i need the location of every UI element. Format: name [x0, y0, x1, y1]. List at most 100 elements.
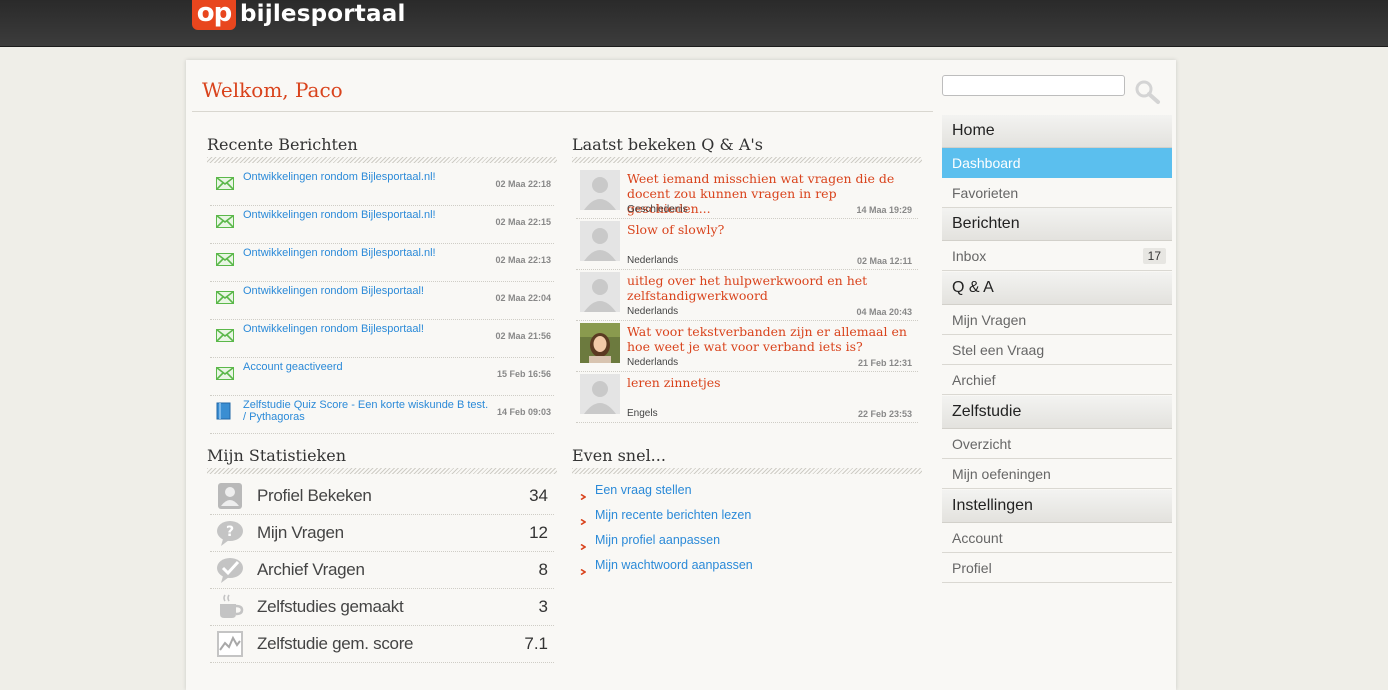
- sidebar-item-profiel[interactable]: Profiel: [942, 553, 1172, 583]
- envelope-icon: [215, 252, 235, 271]
- default-avatar-icon: [580, 272, 620, 312]
- envelope-icon: [215, 176, 235, 195]
- message-row[interactable]: Ontwikkelingen rondom Bijlesportaal.nl! 0…: [210, 206, 554, 244]
- message-date: 02 Maa 22:18: [495, 179, 551, 189]
- default-avatar-icon: [580, 221, 620, 261]
- stat-row: Zelfstudie gem. score 7.1: [210, 626, 554, 663]
- sidebar-item-favorieten[interactable]: Favorieten: [942, 178, 1172, 208]
- section-divider: [207, 157, 557, 163]
- envelope-icon: [215, 290, 235, 309]
- qa-subject: Nederlands: [627, 357, 679, 368]
- section-divider: [207, 468, 557, 474]
- stat-value: 8: [538, 560, 548, 579]
- stat-value: 7.1: [524, 634, 548, 653]
- stats-title: Mijn Statistieken: [207, 446, 347, 465]
- title-divider: [192, 111, 933, 112]
- message-subject-link[interactable]: Ontwikkelingen rondom Bijlesportaal!: [243, 323, 493, 335]
- chevron-right-icon: [580, 512, 587, 526]
- sidebar-item-inbox[interactable]: Inbox 17: [942, 241, 1172, 271]
- message-subject-link[interactable]: Ontwikkelingen rondom Bijlesportaal.nl!: [243, 247, 493, 259]
- sidebar-item-archief[interactable]: Archief: [942, 365, 1172, 395]
- sidebar-head-berichten[interactable]: Berichten: [942, 208, 1172, 241]
- logo-mark: op: [192, 0, 236, 30]
- qa-row[interactable]: uitleg over het hulpwerkwoord en het zel…: [576, 270, 918, 321]
- question-icon: ?: [215, 519, 245, 547]
- sidebar-item-mijn-vragen[interactable]: Mijn Vragen: [942, 305, 1172, 335]
- qa-row[interactable]: leren zinnetjes Engels 22 Feb 23:53: [576, 372, 918, 423]
- sidebar-head-instellingen[interactable]: Instellingen: [942, 490, 1172, 523]
- message-date: 02 Maa 21:56: [495, 331, 551, 341]
- sidebar-item-home[interactable]: Home: [942, 115, 1172, 148]
- chart-icon: [215, 630, 245, 658]
- quick-link-text[interactable]: Mijn wachtwoord aanpassen: [595, 558, 753, 572]
- stat-value: 3: [538, 597, 548, 616]
- stat-row: Profiel Bekeken 34: [210, 478, 554, 515]
- search-icon[interactable]: [1133, 79, 1161, 105]
- chevron-right-icon: [580, 562, 587, 576]
- qa-row[interactable]: Slow of slowly? Nederlands 02 Maa 12:11: [576, 219, 918, 270]
- envelope-icon: [215, 366, 235, 385]
- qa-row[interactable]: Wat voor tekstverbanden zijn er allemaal…: [576, 321, 918, 372]
- book-icon: [216, 402, 232, 425]
- coffee-cup-icon: [215, 593, 245, 621]
- stat-value: 34: [529, 486, 548, 505]
- profile-icon: [215, 482, 245, 510]
- qa-title-link[interactable]: uitleg over het hulpwerkwoord en het zel…: [627, 273, 912, 303]
- message-subject-link[interactable]: Zelfstudie Quiz Score - Een korte wiskun…: [243, 399, 493, 423]
- quick-link-text[interactable]: Mijn recente berichten lezen: [595, 508, 751, 522]
- sidebar-item-oefeningen[interactable]: Mijn oefeningen: [942, 459, 1172, 489]
- message-row[interactable]: Ontwikkelingen rondom Bijlesportaal.nl! 0…: [210, 244, 554, 282]
- sidebar-head-qa[interactable]: Q & A: [942, 272, 1172, 305]
- qa-date: 14 Maa 19:29: [856, 205, 912, 215]
- envelope-icon: [215, 328, 235, 347]
- message-row[interactable]: Ontwikkelingen rondom Bijlesportaal! 02 M…: [210, 320, 554, 358]
- inbox-count-badge: 17: [1142, 248, 1166, 264]
- qa-title: Laatst bekeken Q & A's: [572, 135, 763, 154]
- quick-link-text[interactable]: Mijn profiel aanpassen: [595, 533, 720, 547]
- page-title: Welkom, Paco: [202, 78, 343, 102]
- search-input[interactable]: [942, 75, 1125, 96]
- qa-date: 04 Maa 20:43: [856, 307, 912, 317]
- svg-text:?: ?: [226, 524, 234, 540]
- sidebar-item-label: Inbox: [952, 248, 987, 264]
- message-date: 02 Maa 22:15: [495, 217, 551, 227]
- chevron-right-icon: [580, 537, 587, 551]
- message-row[interactable]: Zelfstudie Quiz Score - Een korte wiskun…: [210, 396, 554, 434]
- sidebar-head-zelfstudie[interactable]: Zelfstudie: [942, 396, 1172, 429]
- top-bar: op bijlesportaal: [0, 0, 1388, 47]
- logo[interactable]: op bijlesportaal: [192, 0, 406, 30]
- section-divider: [572, 468, 922, 474]
- message-subject-link[interactable]: Account geactiveerd: [243, 361, 493, 373]
- envelope-icon: [215, 214, 235, 233]
- message-subject-link[interactable]: Ontwikkelingen rondom Bijlesportaal.nl!: [243, 171, 493, 183]
- qa-title-link[interactable]: Slow of slowly?: [627, 222, 912, 237]
- sidebar-item-overzicht[interactable]: Overzicht: [942, 429, 1172, 459]
- message-row[interactable]: Ontwikkelingen rondom Bijlesportaal.nl! 0…: [210, 168, 554, 206]
- message-subject-link[interactable]: Ontwikkelingen rondom Bijlesportaal.nl!: [243, 209, 493, 221]
- default-avatar-icon: [580, 170, 620, 210]
- qa-row[interactable]: Weet iemand misschien wat vragen die de …: [576, 168, 918, 219]
- chevron-right-icon: [580, 487, 587, 501]
- user-photo-avatar: [580, 323, 620, 363]
- sidebar-item-account[interactable]: Account: [942, 523, 1172, 553]
- message-row[interactable]: Ontwikkelingen rondom Bijlesportaal! 02 M…: [210, 282, 554, 320]
- quick-link-text[interactable]: Een vraag stellen: [595, 483, 692, 497]
- qa-subject: Nederlands: [627, 306, 679, 317]
- stat-label: Mijn Vragen: [257, 523, 344, 542]
- sidebar-item-dashboard[interactable]: Dashboard: [942, 148, 1172, 178]
- quick-links-title: Even snel...: [572, 446, 666, 465]
- message-row[interactable]: Account geactiveerd 15 Feb 16:56: [210, 358, 554, 396]
- message-subject-link[interactable]: Ontwikkelingen rondom Bijlesportaal!: [243, 285, 493, 297]
- sidebar-item-stel-vraag[interactable]: Stel een Vraag: [942, 335, 1172, 365]
- qa-subject: Engels: [627, 408, 658, 419]
- qa-title-link[interactable]: leren zinnetjes: [627, 375, 912, 390]
- check-bubble-icon: [215, 556, 245, 584]
- stat-row: Zelfstudies gemaakt 3: [210, 589, 554, 626]
- stat-label: Archief Vragen: [257, 560, 365, 579]
- stat-label: Profiel Bekeken: [257, 486, 372, 505]
- logo-text: bijlesportaal: [240, 1, 406, 27]
- stat-row: Archief Vragen 8: [210, 552, 554, 589]
- recent-messages-title: Recente Berichten: [207, 135, 358, 154]
- qa-title-link[interactable]: Wat voor tekstverbanden zijn er allemaal…: [627, 324, 912, 354]
- message-date: 02 Maa 22:13: [495, 255, 551, 265]
